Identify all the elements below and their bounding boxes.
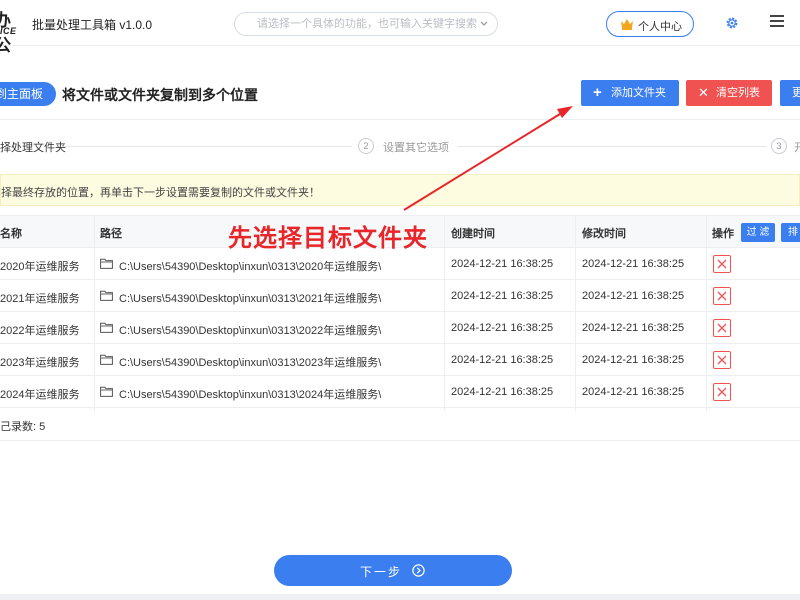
app-logo: 办公 FICE bbox=[0, 6, 24, 55]
menu-icon[interactable] bbox=[770, 15, 784, 27]
add-folder-label: 添加文件夹 bbox=[611, 87, 666, 99]
table-row[interactable]: 2021年运维服务 C:\Users\54390\Desktop\inxun\0… bbox=[0, 280, 800, 312]
cell-modified: 2024-12-21 16:38:25 bbox=[582, 290, 685, 302]
clear-list-button[interactable]: ✕ 清空列表 bbox=[686, 80, 772, 106]
delete-row-icon[interactable] bbox=[713, 351, 731, 369]
folder-icon bbox=[100, 386, 113, 397]
folder-icon bbox=[100, 354, 113, 365]
cell-path: C:\Users\54390\Desktop\inxun\0313\2024年运… bbox=[119, 389, 382, 401]
column-divider bbox=[706, 215, 707, 411]
cell-modified: 2024-12-21 16:38:25 bbox=[582, 258, 685, 270]
cell-path: C:\Users\54390\Desktop\inxun\0313\2022年运… bbox=[119, 325, 382, 337]
delete-row-icon[interactable] bbox=[713, 319, 731, 337]
step-1-label: 择处理文件夹 bbox=[0, 142, 66, 154]
column-divider bbox=[444, 215, 445, 411]
folder-icon bbox=[100, 322, 113, 333]
search-box[interactable] bbox=[234, 12, 498, 36]
header-modified[interactable]: 修改时间 bbox=[582, 225, 626, 241]
bottom-bar bbox=[0, 594, 800, 600]
folder-icon bbox=[100, 258, 113, 269]
plus-icon: + bbox=[593, 84, 602, 101]
table-row[interactable]: 2024年运维服务 C:\Users\54390\Desktop\inxun\0… bbox=[0, 376, 800, 408]
app-window: 办公 FICE 批量处理工具箱 v1.0.0 个人中心 到主面板 将文件或文件夹… bbox=[0, 0, 800, 600]
title-bar: 办公 FICE 批量处理工具箱 v1.0.0 个人中心 bbox=[0, 0, 800, 55]
add-folder-button[interactable]: + 添加文件夹 bbox=[581, 80, 679, 106]
annotation-text: 先选择目标文件夹 bbox=[228, 225, 428, 252]
delete-row-icon[interactable] bbox=[713, 383, 731, 401]
step-connector bbox=[458, 146, 766, 147]
search-input[interactable] bbox=[257, 16, 477, 32]
table-row[interactable]: 2023年运维服务 C:\Users\54390\Desktop\inxun\0… bbox=[0, 344, 800, 376]
arrow-right-circle-icon bbox=[412, 564, 425, 577]
user-center-label: 个人中心 bbox=[638, 21, 682, 33]
gear-icon[interactable] bbox=[725, 16, 739, 30]
step-2-label: 设置其它选项 bbox=[383, 142, 449, 154]
back-to-main-button[interactable]: 到主面板 bbox=[0, 82, 56, 106]
sort-button[interactable]: 排 bbox=[781, 223, 800, 242]
cell-name: 2022年运维服务 bbox=[0, 325, 80, 337]
cell-path: C:\Users\54390\Desktop\inxun\0313\2021年运… bbox=[119, 293, 382, 305]
more-button[interactable]: 更 bbox=[780, 80, 800, 106]
cell-name: 2021年运维服务 bbox=[0, 293, 80, 305]
chevron-down-icon[interactable] bbox=[479, 19, 489, 29]
cell-modified: 2024-12-21 16:38:25 bbox=[582, 386, 685, 398]
step-2-number: 2 bbox=[358, 138, 374, 154]
folder-icon bbox=[100, 290, 113, 301]
cell-created: 2024-12-21 16:38:25 bbox=[451, 258, 554, 270]
cell-created: 2024-12-21 16:38:25 bbox=[451, 290, 554, 302]
cell-name: 2023年运维服务 bbox=[0, 357, 80, 369]
step-3-number: 3 bbox=[771, 138, 787, 154]
close-icon: ✕ bbox=[698, 85, 709, 100]
delete-row-icon[interactable] bbox=[713, 255, 731, 273]
cell-name: 2024年运维服务 bbox=[0, 389, 80, 401]
notice-banner: 择最终存放的位置，再单击下一步设置需要复制的文件或文件夹！ bbox=[0, 174, 800, 206]
cell-created: 2024-12-21 16:38:25 bbox=[451, 386, 554, 398]
table-row[interactable]: 2022年运维服务 C:\Users\54390\Desktop\inxun\0… bbox=[0, 312, 800, 344]
divider bbox=[0, 440, 800, 441]
next-step-button[interactable]: 下一步 bbox=[274, 555, 512, 586]
more-label: 更 bbox=[792, 87, 800, 99]
header-created[interactable]: 创建时间 bbox=[451, 225, 495, 241]
header-operation: 操作 bbox=[712, 228, 734, 240]
notice-text: 择最终存放的位置，再单击下一步设置需要复制的文件或文件夹！ bbox=[1, 187, 320, 199]
filter-button[interactable]: 过 滤 bbox=[741, 223, 775, 242]
app-title: 批量处理工具箱 v1.0.0 bbox=[32, 18, 153, 32]
cell-created: 2024-12-21 16:38:25 bbox=[451, 354, 554, 366]
step-connector bbox=[62, 146, 352, 147]
column-divider bbox=[575, 215, 576, 411]
cell-name: 2020年运维服务 bbox=[0, 261, 80, 273]
step-3-label: 开 bbox=[794, 142, 800, 154]
header-path[interactable]: 路径 bbox=[100, 225, 122, 241]
cell-path: C:\Users\54390\Desktop\inxun\0313\2023年运… bbox=[119, 357, 382, 369]
crown-icon bbox=[621, 19, 633, 30]
logo-text-sub: FICE bbox=[0, 26, 17, 36]
record-count: 己录数: 5 bbox=[0, 421, 46, 433]
column-divider bbox=[94, 215, 95, 411]
cell-modified: 2024-12-21 16:38:25 bbox=[582, 322, 685, 334]
cell-modified: 2024-12-21 16:38:25 bbox=[582, 354, 685, 366]
delete-row-icon[interactable] bbox=[713, 287, 731, 305]
clear-list-label: 清空列表 bbox=[716, 87, 760, 99]
page-title: 将文件或文件夹复制到多个位置 bbox=[62, 87, 258, 103]
cell-created: 2024-12-21 16:38:25 bbox=[451, 322, 554, 334]
divider bbox=[0, 119, 800, 120]
cell-path: C:\Users\54390\Desktop\inxun\0313\2020年运… bbox=[119, 261, 382, 273]
user-center-button[interactable]: 个人中心 bbox=[606, 11, 694, 37]
header-name[interactable]: 名称 bbox=[0, 225, 22, 241]
next-step-label: 下一步 bbox=[360, 565, 403, 579]
